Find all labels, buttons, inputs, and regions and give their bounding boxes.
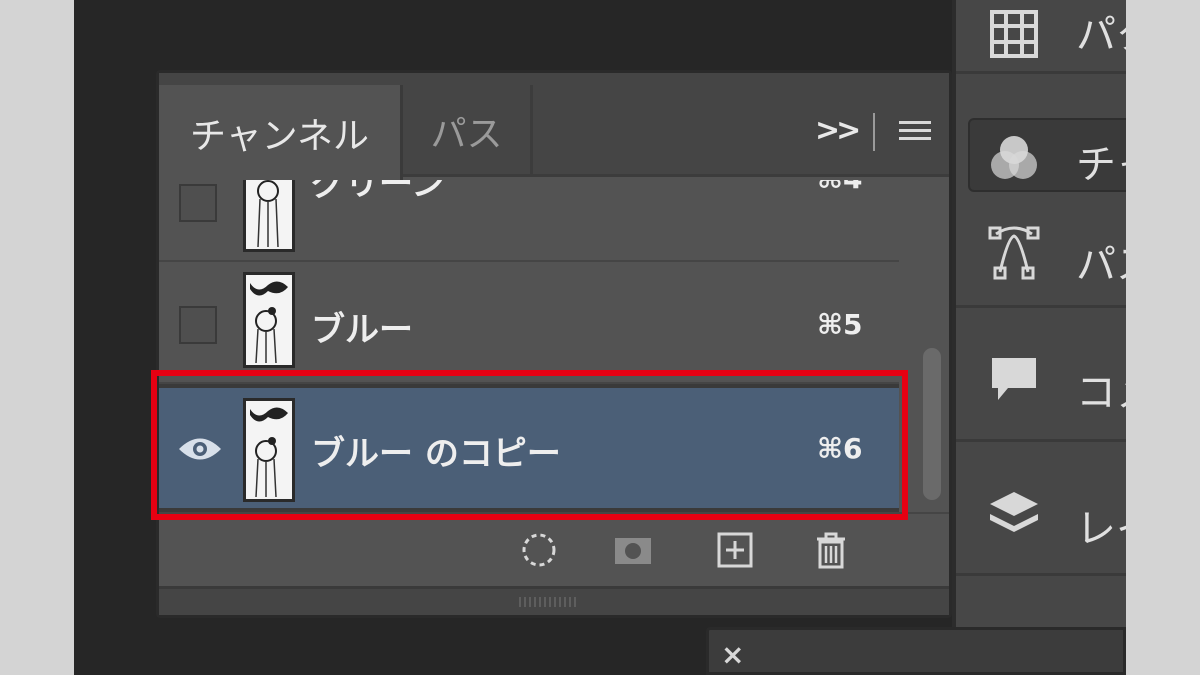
dock-label: チャ <box>1076 142 1126 188</box>
paths-icon <box>988 226 1040 280</box>
dock-item-layers[interactable]: レイ <box>956 442 1126 576</box>
dock-item-comments[interactable]: コメ <box>956 308 1126 442</box>
panel-menu-icon[interactable] <box>899 121 931 143</box>
channel-shortcut: ⌘5 <box>817 308 863 341</box>
dock-label: レイ <box>1076 506 1126 552</box>
channels-icon <box>991 136 1037 179</box>
channel-shortcut: ⌘6 <box>817 432 863 465</box>
channel-thumbnail <box>243 180 295 252</box>
scrollbar-thumb[interactable] <box>923 348 941 500</box>
dock-label: パタ <box>1076 12 1126 58</box>
dock-item-channels[interactable]: チャ <box>956 80 1126 210</box>
dock-panel-list: パタ チャ パス コメ <box>956 0 1126 675</box>
close-icon[interactable]: × <box>721 638 744 671</box>
channel-name: グリーン <box>311 180 446 204</box>
canvas-viewport: パタ チャ パス コメ <box>74 0 1126 675</box>
eye-icon[interactable] <box>177 434 223 464</box>
comment-icon <box>992 358 1036 400</box>
pattern-icon <box>990 10 1038 58</box>
save-mask-icon[interactable] <box>613 530 653 570</box>
channel-thumbnail <box>243 272 295 368</box>
tab-paths[interactable]: パス <box>403 85 533 177</box>
tab-separator <box>873 113 875 151</box>
dock-label: コメ <box>1076 370 1126 416</box>
panel-footer-toolbar <box>159 512 949 586</box>
dock-item-patterns[interactable]: パタ <box>956 0 1126 74</box>
resize-grip-icon <box>519 597 579 607</box>
channel-thumbnail <box>243 398 295 502</box>
scrollbar-track[interactable] <box>899 180 949 512</box>
channels-panel: チャンネル パス >> グリーン ⌘4 <box>156 70 952 618</box>
collapsed-subpanel: × <box>706 627 1126 675</box>
visibility-toggle[interactable] <box>179 306 217 344</box>
dock-item-paths[interactable]: パス <box>956 210 1126 308</box>
layers-icon <box>990 492 1038 532</box>
selection-icon[interactable] <box>519 530 559 570</box>
dock-label: パス <box>1076 242 1126 288</box>
channel-shortcut: ⌘4 <box>817 180 862 195</box>
channel-row-blue[interactable]: ブルー ⌘5 <box>159 264 899 384</box>
channel-name: ブルー <box>311 310 413 350</box>
visibility-toggle[interactable] <box>179 184 217 222</box>
trash-icon[interactable] <box>811 530 851 570</box>
channel-name: ブルー のコピー <box>311 434 561 474</box>
channel-row-blue-copy[interactable]: ブルー のコピー ⌘6 <box>159 384 899 512</box>
channel-list: グリーン ⌘4 ブルー ⌘5 <box>159 180 949 512</box>
panel-resize-handle[interactable] <box>159 586 949 615</box>
new-channel-icon[interactable] <box>715 530 755 570</box>
tab-channels[interactable]: チャンネル <box>159 85 403 180</box>
expand-panels-icon[interactable]: >> <box>815 113 861 148</box>
panel-tab-bar: チャンネル パス >> <box>159 73 949 180</box>
channel-row-green[interactable]: グリーン ⌘4 <box>159 180 899 262</box>
